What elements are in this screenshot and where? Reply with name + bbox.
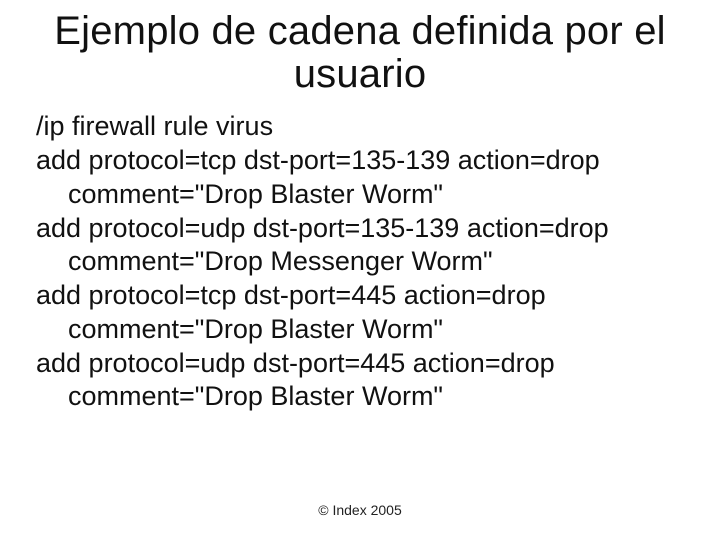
slide-body: /ip firewall rule virus add protocol=tcp…	[22, 110, 698, 414]
code-line: add protocol=udp dst-port=445 action=dro…	[36, 347, 696, 381]
code-line-continuation: comment="Drop Blaster Worm"	[36, 313, 696, 347]
slide-title: Ejemplo de cadena definida por el usuari…	[22, 10, 698, 96]
slide-footer: © Index 2005	[0, 502, 720, 518]
code-line: add protocol=udp dst-port=135-139 action…	[36, 212, 696, 246]
slide: Ejemplo de cadena definida por el usuari…	[0, 0, 720, 540]
code-line: /ip firewall rule virus	[36, 110, 696, 144]
code-line: add protocol=tcp dst-port=135-139 action…	[36, 144, 696, 178]
code-line: add protocol=tcp dst-port=445 action=dro…	[36, 279, 696, 313]
code-line-continuation: comment="Drop Blaster Worm"	[36, 380, 696, 414]
code-line-continuation: comment="Drop Blaster Worm"	[36, 178, 696, 212]
code-line-continuation: comment="Drop Messenger Worm"	[36, 245, 696, 279]
